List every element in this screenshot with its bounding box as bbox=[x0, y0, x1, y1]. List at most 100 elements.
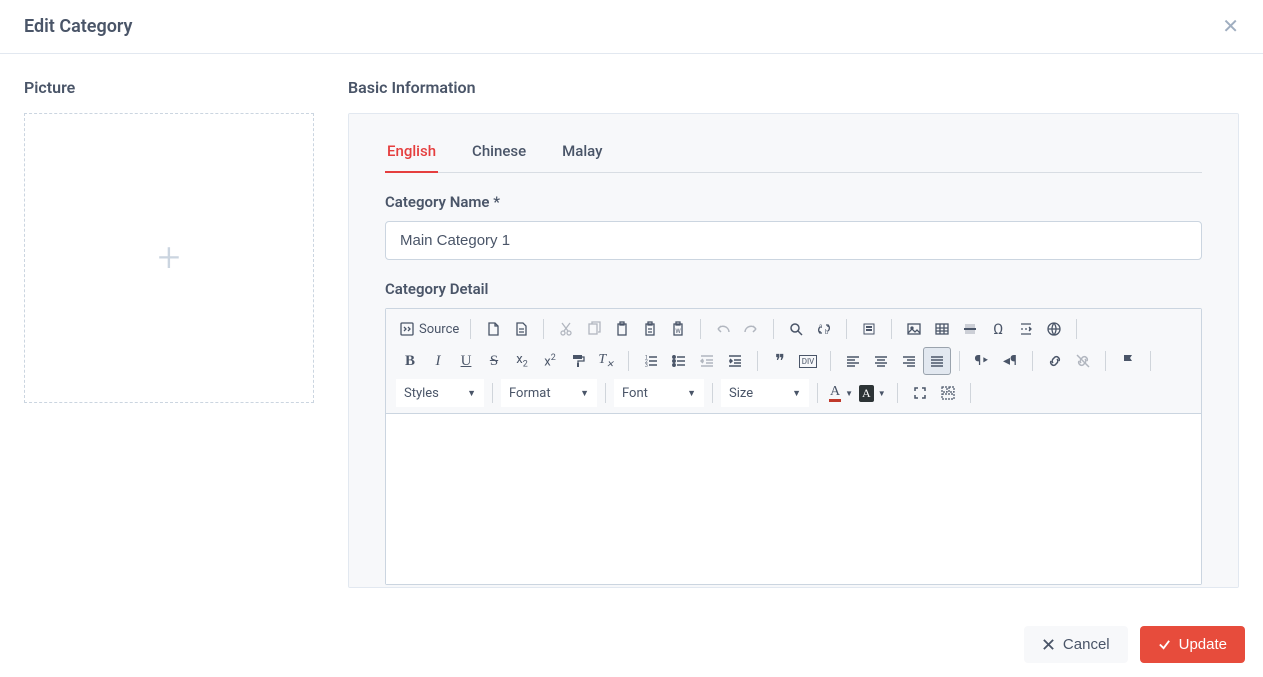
replace-button[interactable]: ab bbox=[810, 315, 838, 343]
styles-dropdown[interactable]: Styles ▼ bbox=[396, 379, 484, 407]
table-button[interactable] bbox=[928, 315, 956, 343]
ltr-button[interactable]: ¶‣ bbox=[968, 347, 996, 375]
image-button[interactable] bbox=[900, 315, 928, 343]
show-blocks-button[interactable] bbox=[934, 379, 962, 407]
modal-header: Edit Category ✕ bbox=[0, 0, 1263, 54]
bullet-list-icon bbox=[671, 353, 687, 369]
bold-button[interactable]: B bbox=[396, 347, 424, 375]
tab-english[interactable]: English bbox=[385, 134, 438, 172]
paste-text-button[interactable] bbox=[636, 315, 664, 343]
category-name-label: Category Name * bbox=[385, 193, 1202, 211]
picture-upload-box[interactable]: + bbox=[24, 113, 314, 403]
indent-button[interactable] bbox=[721, 347, 749, 375]
paste-icon bbox=[614, 321, 630, 337]
cut-icon bbox=[558, 321, 574, 337]
modal-footer: Cancel Update bbox=[0, 612, 1263, 677]
chevron-down-icon: ▼ bbox=[792, 388, 801, 399]
div-container-button[interactable]: DIV bbox=[794, 347, 822, 375]
indent-icon bbox=[727, 353, 743, 369]
svg-text:W: W bbox=[676, 328, 682, 335]
update-button[interactable]: Update bbox=[1140, 626, 1245, 663]
font-dropdown[interactable]: Font ▼ bbox=[614, 379, 704, 407]
basic-info-section: Basic Information English Chinese Malay … bbox=[348, 78, 1239, 588]
blockquote-button[interactable]: ❞ bbox=[766, 347, 794, 375]
unlink-button[interactable] bbox=[1069, 347, 1097, 375]
anchor-button[interactable] bbox=[1114, 347, 1142, 375]
text-color-button[interactable]: A▼ bbox=[826, 379, 856, 407]
align-center-icon bbox=[873, 353, 889, 369]
bg-color-icon: A▼ bbox=[859, 385, 886, 402]
paint-roller-icon bbox=[570, 353, 586, 369]
unlink-icon bbox=[1075, 353, 1091, 369]
paste-word-icon: W bbox=[670, 321, 686, 337]
outdent-button[interactable] bbox=[693, 347, 721, 375]
tab-chinese[interactable]: Chinese bbox=[470, 134, 528, 172]
basic-info-panel[interactable]: English Chinese Malay Category Name * Ca… bbox=[348, 113, 1239, 588]
align-left-button[interactable] bbox=[839, 347, 867, 375]
rtl-icon: ◂¶ bbox=[1003, 353, 1017, 369]
tab-malay[interactable]: Malay bbox=[560, 134, 604, 172]
editor-toolbar: Source bbox=[386, 309, 1201, 414]
new-page-button[interactable] bbox=[479, 315, 507, 343]
numbered-list-button[interactable]: 123 bbox=[637, 347, 665, 375]
text-color-icon: A▼ bbox=[829, 385, 853, 402]
cut-button[interactable] bbox=[552, 315, 580, 343]
image-icon bbox=[906, 321, 922, 337]
rtl-button[interactable]: ◂¶ bbox=[996, 347, 1024, 375]
close-button[interactable]: ✕ bbox=[1222, 17, 1239, 37]
paste-word-button[interactable]: W bbox=[664, 315, 692, 343]
find-button[interactable] bbox=[782, 315, 810, 343]
plus-icon: + bbox=[158, 238, 181, 278]
bg-color-button[interactable]: A▼ bbox=[856, 379, 889, 407]
italic-button[interactable]: I bbox=[424, 347, 452, 375]
format-dropdown[interactable]: Format ▼ bbox=[501, 379, 597, 407]
category-detail-label: Category Detail bbox=[385, 280, 1202, 298]
underline-button[interactable]: U bbox=[452, 347, 480, 375]
bullet-list-button[interactable] bbox=[665, 347, 693, 375]
templates-icon bbox=[513, 321, 529, 337]
paste-button[interactable] bbox=[608, 315, 636, 343]
table-icon bbox=[934, 321, 950, 337]
div-icon: DIV bbox=[799, 355, 818, 368]
select-all-button[interactable] bbox=[855, 315, 883, 343]
maximize-button[interactable] bbox=[906, 379, 934, 407]
edit-category-modal: Edit Category ✕ Picture + Basic Informat… bbox=[0, 0, 1263, 677]
page-break-icon bbox=[1018, 321, 1034, 337]
undo-button[interactable] bbox=[709, 315, 737, 343]
iframe-button[interactable] bbox=[1040, 315, 1068, 343]
templates-button[interactable] bbox=[507, 315, 535, 343]
copy-button[interactable] bbox=[580, 315, 608, 343]
copy-formatting-button[interactable] bbox=[564, 347, 592, 375]
find-icon bbox=[788, 321, 804, 337]
align-justify-button[interactable] bbox=[923, 347, 951, 375]
x-icon bbox=[1042, 638, 1055, 651]
remove-format-button[interactable]: T✕ bbox=[592, 347, 620, 375]
size-dropdown[interactable]: Size ▼ bbox=[721, 379, 809, 407]
link-button[interactable] bbox=[1041, 347, 1069, 375]
align-right-button[interactable] bbox=[895, 347, 923, 375]
redo-icon bbox=[743, 321, 759, 337]
horizontal-rule-button[interactable] bbox=[956, 315, 984, 343]
category-name-input[interactable] bbox=[385, 221, 1202, 260]
page-break-button[interactable] bbox=[1012, 315, 1040, 343]
check-icon bbox=[1158, 638, 1171, 651]
align-center-button[interactable] bbox=[867, 347, 895, 375]
special-char-button[interactable]: Ω bbox=[984, 315, 1012, 343]
superscript-button[interactable]: x2 bbox=[536, 347, 564, 375]
iframe-icon bbox=[1046, 321, 1062, 337]
subscript-button[interactable]: x2 bbox=[508, 347, 536, 375]
svg-text:3: 3 bbox=[645, 363, 648, 369]
paste-text-icon bbox=[642, 321, 658, 337]
source-icon bbox=[399, 321, 415, 337]
redo-button[interactable] bbox=[737, 315, 765, 343]
language-tabs: English Chinese Malay bbox=[385, 122, 1202, 173]
source-button[interactable]: Source bbox=[396, 315, 462, 343]
copy-icon bbox=[586, 321, 602, 337]
undo-icon bbox=[715, 321, 731, 337]
modal-title: Edit Category bbox=[24, 16, 132, 37]
cancel-button[interactable]: Cancel bbox=[1024, 626, 1128, 663]
replace-icon: ab bbox=[816, 321, 832, 337]
editor-content-area[interactable] bbox=[386, 414, 1201, 584]
numbered-list-icon: 123 bbox=[643, 353, 659, 369]
strike-button[interactable]: S bbox=[480, 347, 508, 375]
